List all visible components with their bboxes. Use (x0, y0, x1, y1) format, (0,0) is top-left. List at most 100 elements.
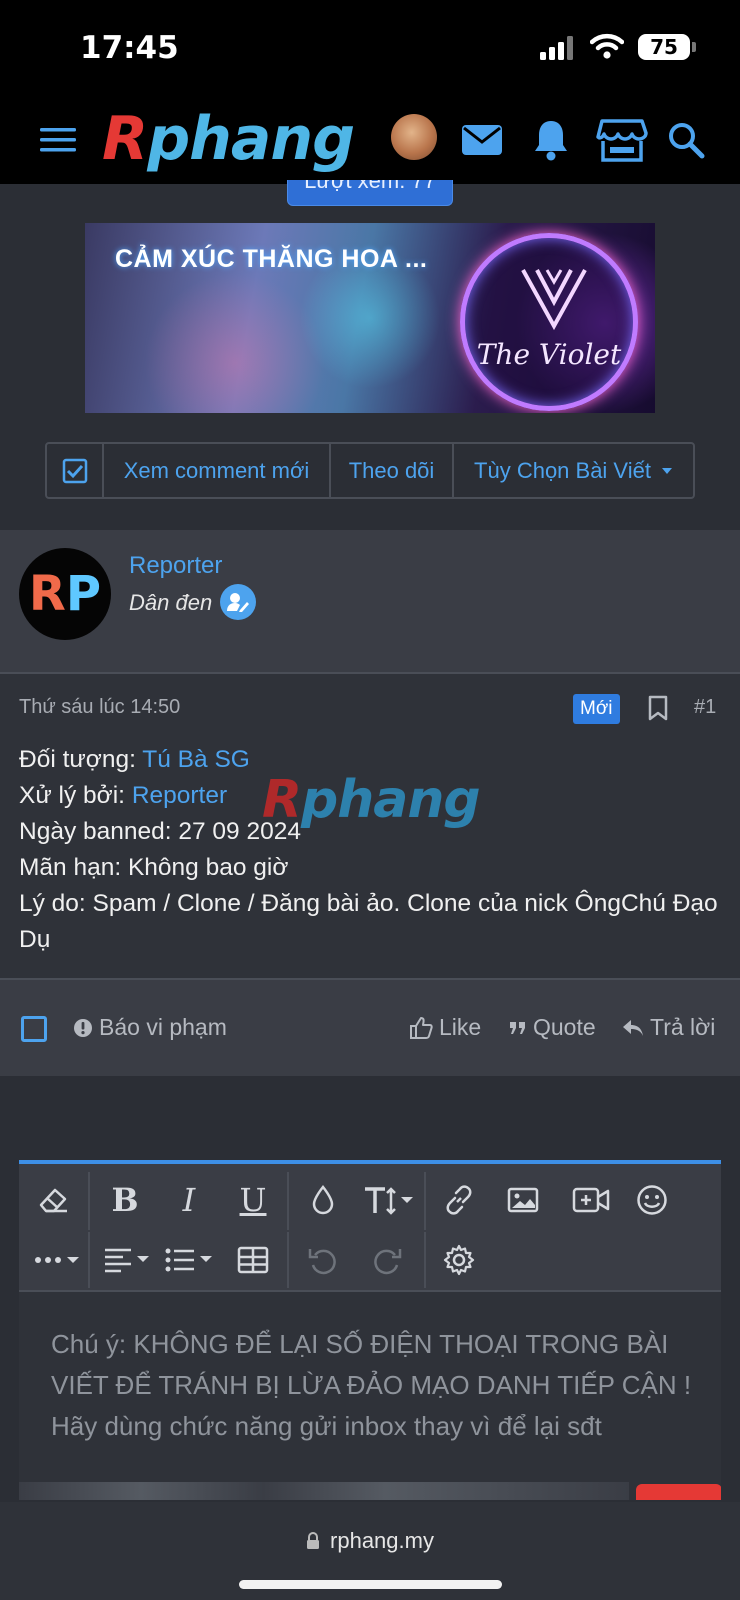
report-button[interactable]: Báo vi phạm (73, 1014, 227, 1041)
site-logo[interactable]: Rphang (102, 104, 355, 174)
inbox-button[interactable] (458, 96, 506, 184)
user-avatar-button[interactable] (391, 114, 437, 160)
status-bar: 17:45 75 (0, 0, 740, 96)
select-all-checkbox[interactable] (47, 444, 104, 497)
site-navbar: Rphang (0, 96, 740, 184)
post-line-reason: Lý do: Spam / Clone / Đăng bài ảo. Clone… (19, 890, 718, 953)
font-size-button[interactable] (359, 1176, 419, 1224)
views-count-pill: Lượt xem: 77 (287, 180, 453, 206)
post-content-block: Thứ sáu lúc 14:50 Mới #1 Đối tượng: Tú B… (0, 672, 740, 1076)
violet-logo-icon (521, 269, 587, 330)
smiley-icon (637, 1185, 667, 1215)
mail-icon (462, 125, 502, 155)
clear-format-button[interactable] (30, 1176, 78, 1224)
url-text: rphang.my (330, 1528, 434, 1553)
more-dots-icon (35, 1257, 79, 1263)
undo-icon (308, 1249, 336, 1275)
banner-brand: The Violet (476, 338, 622, 371)
droplet-icon (312, 1185, 334, 1215)
image-watermark: Rphang (262, 770, 481, 830)
insert-image-button[interactable] (499, 1176, 547, 1224)
address-bar[interactable]: rphang.my (0, 1528, 740, 1554)
reply-editor: B I U Chú ý: KHÔNG ĐỂ LẠI SỐ ĐIỆN THOẠI … (19, 1160, 721, 1500)
alert-circle-icon (74, 1018, 92, 1037)
user-edit-icon (227, 593, 249, 612)
author-name[interactable]: Reporter (129, 552, 222, 580)
author-avatar[interactable]: RP (19, 548, 111, 640)
bold-button[interactable]: B (101, 1176, 149, 1224)
insert-emoji-button[interactable] (628, 1176, 676, 1224)
floating-red-button[interactable] (636, 1484, 721, 1500)
italic-button[interactable]: I (165, 1176, 213, 1224)
store-button[interactable] (594, 96, 650, 184)
post-number[interactable]: #1 (694, 696, 716, 719)
handler-link[interactable]: Reporter (132, 782, 227, 809)
quote-button[interactable]: Quote (509, 1014, 596, 1041)
redo-icon (374, 1249, 402, 1275)
battery-tip (692, 42, 696, 52)
align-button[interactable] (99, 1236, 155, 1284)
reply-button[interactable]: Trả lời (622, 1014, 715, 1041)
quote-icon (510, 1021, 525, 1034)
editor-toolbar: B I U (19, 1164, 721, 1288)
post-select-checkbox[interactable] (21, 1016, 47, 1042)
like-button[interactable]: Like (409, 1014, 481, 1041)
reply-arrow-icon (623, 1019, 643, 1036)
list-icon (165, 1248, 212, 1272)
thread-action-bar: Xem comment mới Theo dõi Tùy Chọn Bài Vi… (45, 442, 695, 499)
caret-down-icon (661, 467, 672, 474)
ad-banner[interactable]: CẢM XÚC THĂNG HOA ... The Violet (85, 223, 655, 413)
video-add-icon (572, 1187, 610, 1213)
align-left-icon (105, 1248, 149, 1273)
gear-icon (443, 1244, 475, 1276)
battery-indicator: 75 (638, 34, 690, 60)
new-post-badge: Mới (573, 694, 620, 724)
notifications-button[interactable] (527, 96, 575, 184)
post-date[interactable]: Thứ sáu lúc 14:50 (19, 696, 180, 719)
checkbox-checked-icon (62, 458, 87, 483)
thread-options-label: Tùy Chọn Bài Viết (474, 457, 651, 483)
lock-icon (307, 1532, 320, 1549)
insert-link-button[interactable] (435, 1176, 483, 1224)
editor-settings-button[interactable] (435, 1236, 483, 1284)
post-footer: Báo vi phạm Like Quote Trả lời (0, 978, 740, 1076)
list-button[interactable] (161, 1236, 217, 1284)
more-options-button[interactable] (30, 1236, 86, 1284)
sticker-strip[interactable] (19, 1482, 629, 1500)
author-badge (220, 584, 256, 620)
eraser-icon (39, 1188, 67, 1213)
store-icon (596, 119, 648, 162)
menu-button[interactable] (36, 96, 80, 184)
banner-logo-ring: The Violet (460, 233, 638, 411)
cellular-signal-icon (540, 36, 573, 60)
post-line-expiry: Mãn hạn: Không bao giờ (19, 854, 289, 881)
target-link[interactable]: Tú Bà SG (142, 746, 250, 773)
banner-headline: CẢM XÚC THĂNG HOA ... (115, 245, 428, 273)
view-new-comments-button[interactable]: Xem comment mới (104, 444, 331, 497)
search-button[interactable] (664, 96, 708, 184)
insert-table-button[interactable] (229, 1236, 277, 1284)
link-icon (446, 1185, 472, 1215)
table-icon (237, 1246, 269, 1274)
undo-button[interactable] (299, 1236, 347, 1284)
search-icon (669, 123, 705, 159)
wifi-icon (590, 33, 624, 59)
image-icon (507, 1187, 539, 1213)
bookmark-icon[interactable] (648, 695, 668, 721)
browser-bottom-bar: rphang.my (0, 1502, 740, 1600)
thread-options-dropdown[interactable]: Tùy Chọn Bài Viết (454, 444, 693, 497)
follow-thread-button[interactable]: Theo dõi (331, 444, 454, 497)
insert-media-button[interactable] (563, 1176, 619, 1224)
menu-icon (40, 128, 76, 152)
home-indicator (239, 1580, 502, 1589)
text-color-button[interactable] (299, 1176, 347, 1224)
bell-icon (535, 121, 567, 161)
redo-button[interactable] (363, 1236, 411, 1284)
thumbs-up-icon (410, 1016, 433, 1039)
underline-button[interactable]: U (229, 1176, 277, 1224)
author-title: Dân đen (129, 590, 213, 615)
post-author-block: RP Reporter Dân đen (0, 530, 740, 672)
reply-textarea[interactable]: Chú ý: KHÔNG ĐỂ LẠI SỐ ĐIỆN THOẠI TRONG … (19, 1290, 721, 1500)
editor-placeholder: Chú ý: KHÔNG ĐỂ LẠI SỐ ĐIỆN THOẠI TRONG … (51, 1329, 692, 1441)
text-size-icon (365, 1187, 413, 1215)
